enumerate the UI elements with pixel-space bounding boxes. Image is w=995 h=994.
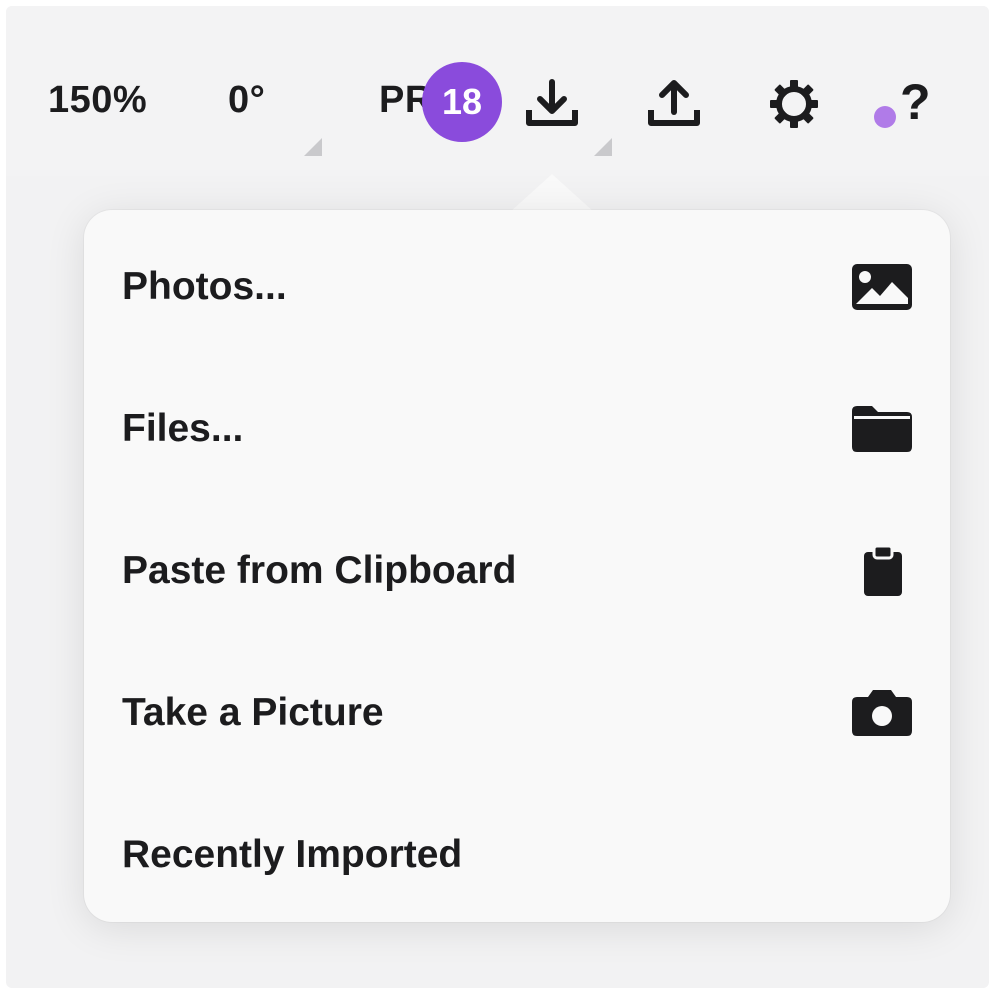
folder-icon [852,406,912,452]
menu-item-paste-clipboard[interactable]: Paste from Clipboard [84,500,950,642]
app-screen: 150% 0° PR 18 ? Photos... Files... Paste… [6,6,989,988]
photo-icon [852,264,912,310]
import-menu: Photos... Files... Paste from Clipboard [84,210,950,922]
download-icon[interactable] [524,76,580,132]
clipboard-icon [864,544,902,596]
help-button[interactable]: ? [870,74,940,134]
menu-item-recently-imported[interactable]: Recently Imported [84,784,950,926]
camera-icon [852,690,912,736]
menu-item-label: Paste from Clipboard [122,549,517,592]
menu-item-label: Files... [122,407,244,450]
menu-item-files[interactable]: Files... [84,358,950,500]
notification-badge: 18 [422,62,502,142]
menu-item-take-picture[interactable]: Take a Picture [84,642,950,784]
help-icon: ? [900,74,931,130]
zoom-corner-indicator [304,138,322,156]
download-corner-indicator [594,138,612,156]
zoom-level-button[interactable]: 150% [48,80,147,120]
upload-icon[interactable] [646,76,702,132]
gear-icon[interactable] [766,76,822,132]
popover-arrow [510,174,594,212]
menu-item-label: Photos... [122,265,287,308]
help-status-dot [874,106,896,128]
menu-item-label: Recently Imported [122,833,463,876]
menu-item-label: Take a Picture [122,691,384,734]
rotation-button[interactable]: 0° [228,80,265,120]
menu-item-photos[interactable]: Photos... [84,216,950,358]
toolbar: 150% 0° PR 18 ? [6,6,989,176]
